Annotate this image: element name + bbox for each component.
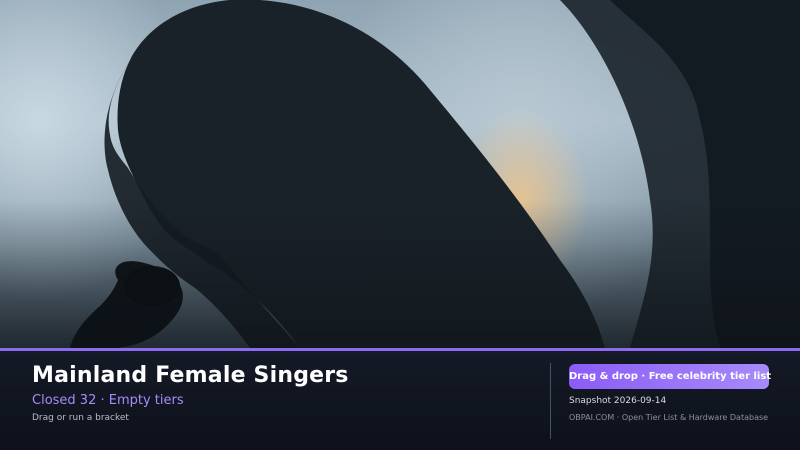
instruction-text: Drag or run a bracket [32, 413, 129, 423]
tier-list-cta-button[interactable]: Drag & drop · Free celebrity tier list [569, 364, 771, 389]
share-card: Mainland Female Singers Closed 32 · Empt… [0, 0, 800, 450]
page-title: Mainland Female Singers [32, 363, 349, 388]
tier-status: Closed 32 · Empty tiers [32, 393, 184, 408]
snapshot-date: Snapshot 2026-09-14 [569, 396, 667, 406]
singer-silhouette-image [0, 0, 800, 348]
footer-bar: Mainland Female Singers Closed 32 · Empt… [0, 348, 800, 450]
hero-photo [0, 0, 800, 348]
brand-footer-text: OBPAI.COM · Open Tier List & Hardware Da… [569, 413, 769, 422]
vertical-divider [550, 363, 551, 439]
